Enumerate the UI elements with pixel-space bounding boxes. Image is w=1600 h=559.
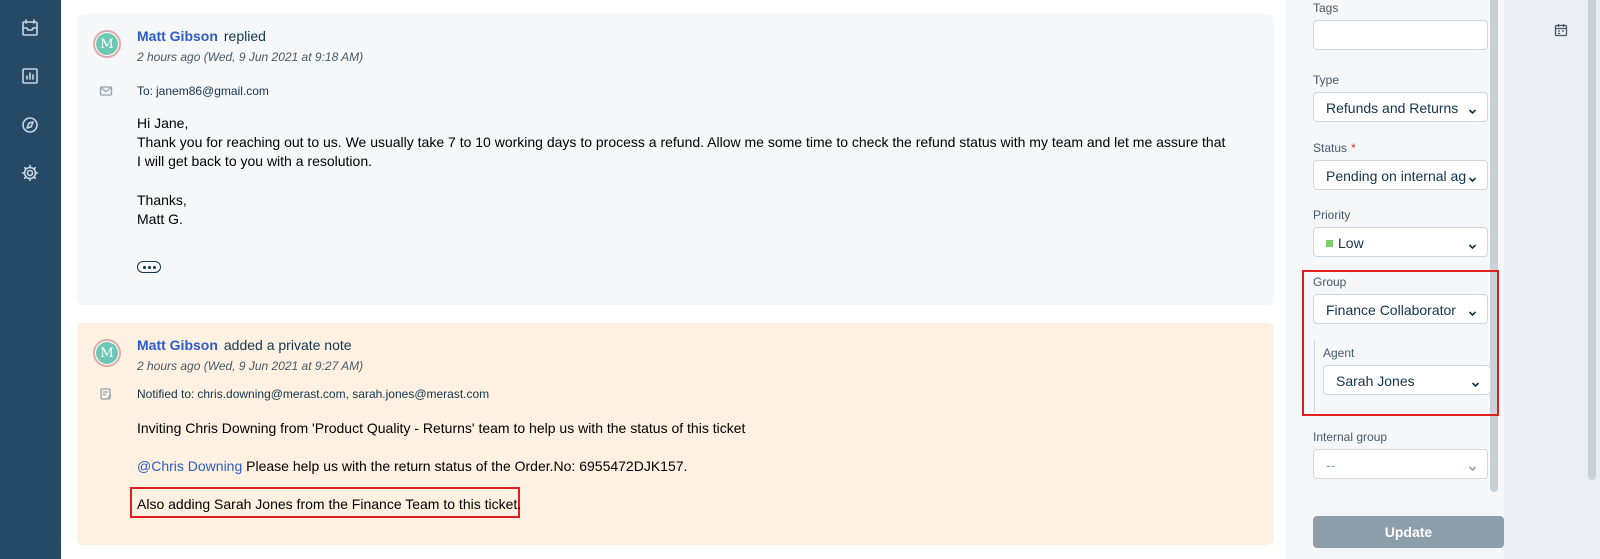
note-author-link[interactable]: Matt Gibson [137,337,218,353]
agent-label: Agent [1323,346,1355,360]
required-marker: * [1351,141,1356,155]
notified-value: chris.downing@merast.com, sarah.jones@me… [197,387,490,401]
chevron-down-icon [1468,305,1477,317]
reply-author-link[interactable]: Matt Gibson [137,28,218,44]
priority-select[interactable]: Low [1313,227,1488,257]
note-body-request: @Chris Downing Please help us with the r… [137,457,1227,476]
ticket-properties-panel: Tags Type Refunds and Returns Status * Pe… [1286,0,1504,559]
page-scrollbar[interactable] [1588,0,1596,480]
reply-header: Matt Gibson replied [137,28,266,44]
chevron-down-icon [1468,171,1477,183]
envelope-icon [99,84,113,98]
type-value: Refunds and Returns [1326,100,1459,116]
agent-select[interactable]: Sarah Jones [1323,365,1491,395]
tags-input[interactable] [1313,20,1488,50]
tickets-icon[interactable] [18,16,42,40]
avatar[interactable]: M [93,339,121,367]
left-nav [0,0,61,559]
note-body-invite: Inviting Chris Downing from 'Product Qua… [137,420,746,436]
to-label: To: [137,84,154,98]
group-select[interactable]: Finance Collaborator [1313,294,1488,324]
notified-label: Notified to: [137,387,195,401]
group-label: Group [1313,275,1347,289]
note-icon [99,387,113,401]
chevron-down-icon [1468,460,1477,472]
to-value: janem86@gmail.com [156,84,269,98]
reply-recipient: To: janem86@gmail.com [137,84,269,98]
mention-link[interactable]: @Chris Downing [137,458,242,474]
note-header: Matt Gibson added a private note [137,337,352,353]
internal-group-select[interactable]: -- [1313,449,1488,479]
status-label: Status * [1313,141,1356,155]
avatar-initial: M [96,33,118,55]
calendar-icon[interactable] [1554,23,1568,37]
chevron-down-icon [1468,238,1477,250]
reply-body-signature: Matt G. [137,211,183,227]
type-label: Type [1313,73,1340,87]
avatar-initial: M [96,342,118,364]
agent-nesting-rail [1314,340,1315,412]
note-body-adding: Also adding Sarah Jones from the Finance… [137,496,522,512]
tags-label: Tags [1313,1,1339,15]
note-action: added a private note [223,337,352,353]
reply-body-greeting: Hi Jane, [137,115,189,131]
internal-group-value: -- [1326,457,1336,473]
priority-color-dot [1326,240,1333,247]
explore-icon[interactable] [18,113,42,137]
conversation-pane: M Matt Gibson replied 2 hours ago (Wed, 9… [61,0,1286,559]
note-timestamp: 2 hours ago (Wed, 9 Jun 2021 at 9:27 AM) [137,359,364,373]
status-select[interactable]: Pending on internal ag [1313,160,1488,190]
group-value: Finance Collaborator [1326,302,1456,318]
status-value: Pending on internal ag [1326,168,1466,184]
priority-value-wrap: Low [1326,235,1466,251]
note-notified: Notified to: chris.downing@merast.com, sa… [137,387,489,401]
reports-icon[interactable] [18,64,42,88]
chevron-down-icon [1471,376,1480,388]
priority-label: Priority [1313,208,1351,222]
internal-group-label: Internal group [1313,430,1388,444]
status-label-text: Status [1313,141,1348,155]
panel-scrollbar[interactable] [1490,0,1498,492]
note-request-text: Please help us with the return status of… [242,458,688,474]
priority-value: Low [1338,235,1364,251]
private-note-card: M Matt Gibson added a private note 2 hour… [77,323,1274,545]
right-sidebar [1504,0,1600,559]
reply-action: replied [223,28,266,44]
type-select[interactable]: Refunds and Returns [1313,92,1488,122]
reply-timestamp: 2 hours ago (Wed, 9 Jun 2021 at 9:18 AM) [137,50,364,64]
update-button[interactable]: Update [1313,516,1504,548]
reply-body-signoff: Thanks, [137,192,187,208]
settings-icon[interactable] [18,161,42,185]
reply-body-message: Thank you for reaching out to us. We usu… [137,134,1226,169]
show-quoted-text-button[interactable] [137,261,161,273]
reply-card: M Matt Gibson replied 2 hours ago (Wed, 9… [77,14,1274,305]
chevron-down-icon [1468,103,1477,115]
agent-value: Sarah Jones [1336,373,1415,389]
avatar[interactable]: M [93,30,121,58]
